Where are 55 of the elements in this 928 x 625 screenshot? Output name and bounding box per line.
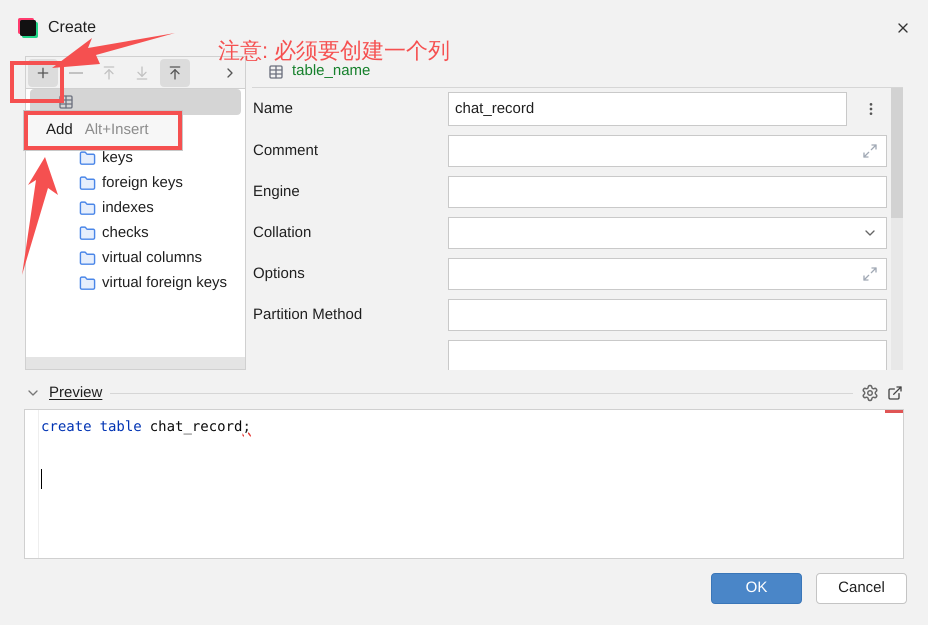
plus-icon	[35, 64, 51, 80]
arrow-up-icon	[167, 64, 183, 80]
field-label: Collation	[253, 224, 312, 241]
input-field[interactable]	[448, 299, 887, 331]
annotation-text: 注意: 必须要创建一个列	[218, 37, 450, 64]
expand-icon	[862, 266, 878, 282]
folder-icon	[79, 225, 96, 242]
table-name-title: table_name	[292, 61, 370, 82]
tree-item[interactable]: checks	[26, 221, 245, 246]
tree-item[interactable]: indexes	[26, 196, 245, 221]
name-field[interactable]: chat_record	[448, 92, 847, 126]
dropdown-field[interactable]	[448, 217, 887, 249]
code-error: ;	[242, 418, 251, 436]
menu-item[interactable]: Add Alt+Insert	[24, 111, 182, 150]
external-link-icon[interactable]	[887, 385, 903, 401]
table-icon	[268, 64, 284, 80]
arrow-up-icon	[101, 64, 117, 80]
settings-icon[interactable]	[861, 384, 879, 402]
field-label: Name	[253, 100, 294, 117]
menu-label: Add	[46, 120, 73, 140]
input-field[interactable]	[448, 176, 887, 208]
input-field[interactable]	[448, 135, 887, 167]
scrollbar[interactable]	[26, 357, 245, 369]
arrow-down-icon	[134, 64, 150, 80]
app-logo-icon	[20, 20, 36, 36]
error-marker	[885, 410, 903, 413]
tree-item[interactable]: virtual foreign keys	[26, 271, 245, 296]
shortcut-label: Alt+Insert	[84, 120, 148, 140]
input-field[interactable]	[448, 340, 887, 370]
folder-icon	[79, 250, 96, 267]
field-label: Partition Method	[253, 306, 362, 323]
window-title: Create	[48, 18, 96, 38]
minus-icon	[69, 72, 83, 74]
tree-item[interactable]: foreign keys	[26, 171, 245, 196]
tree-item[interactable]: virtual columns	[26, 246, 245, 271]
code-keyword: create	[41, 418, 92, 436]
field-label: Engine	[253, 182, 300, 200]
top-button[interactable]	[160, 58, 190, 86]
ok-button[interactable]: OK	[711, 573, 802, 604]
text-cursor	[41, 469, 42, 489]
cancel-button[interactable]: Cancel	[816, 573, 907, 604]
folder-icon	[79, 150, 96, 167]
table-icon	[58, 94, 74, 110]
field-label: Comment	[253, 142, 318, 159]
folder-icon	[79, 200, 96, 217]
scrollbar[interactable]	[891, 88, 903, 370]
input-field[interactable]	[448, 258, 887, 290]
expand-icon	[862, 143, 878, 159]
preview-title: Preview	[49, 382, 102, 403]
folder-icon	[79, 175, 96, 192]
field-label: Options	[253, 264, 305, 282]
code-keyword: table	[100, 418, 142, 436]
code-editor[interactable]: create table chat_record;	[24, 409, 904, 559]
folder-icon	[79, 275, 96, 292]
code-text: chat_record	[150, 418, 242, 436]
